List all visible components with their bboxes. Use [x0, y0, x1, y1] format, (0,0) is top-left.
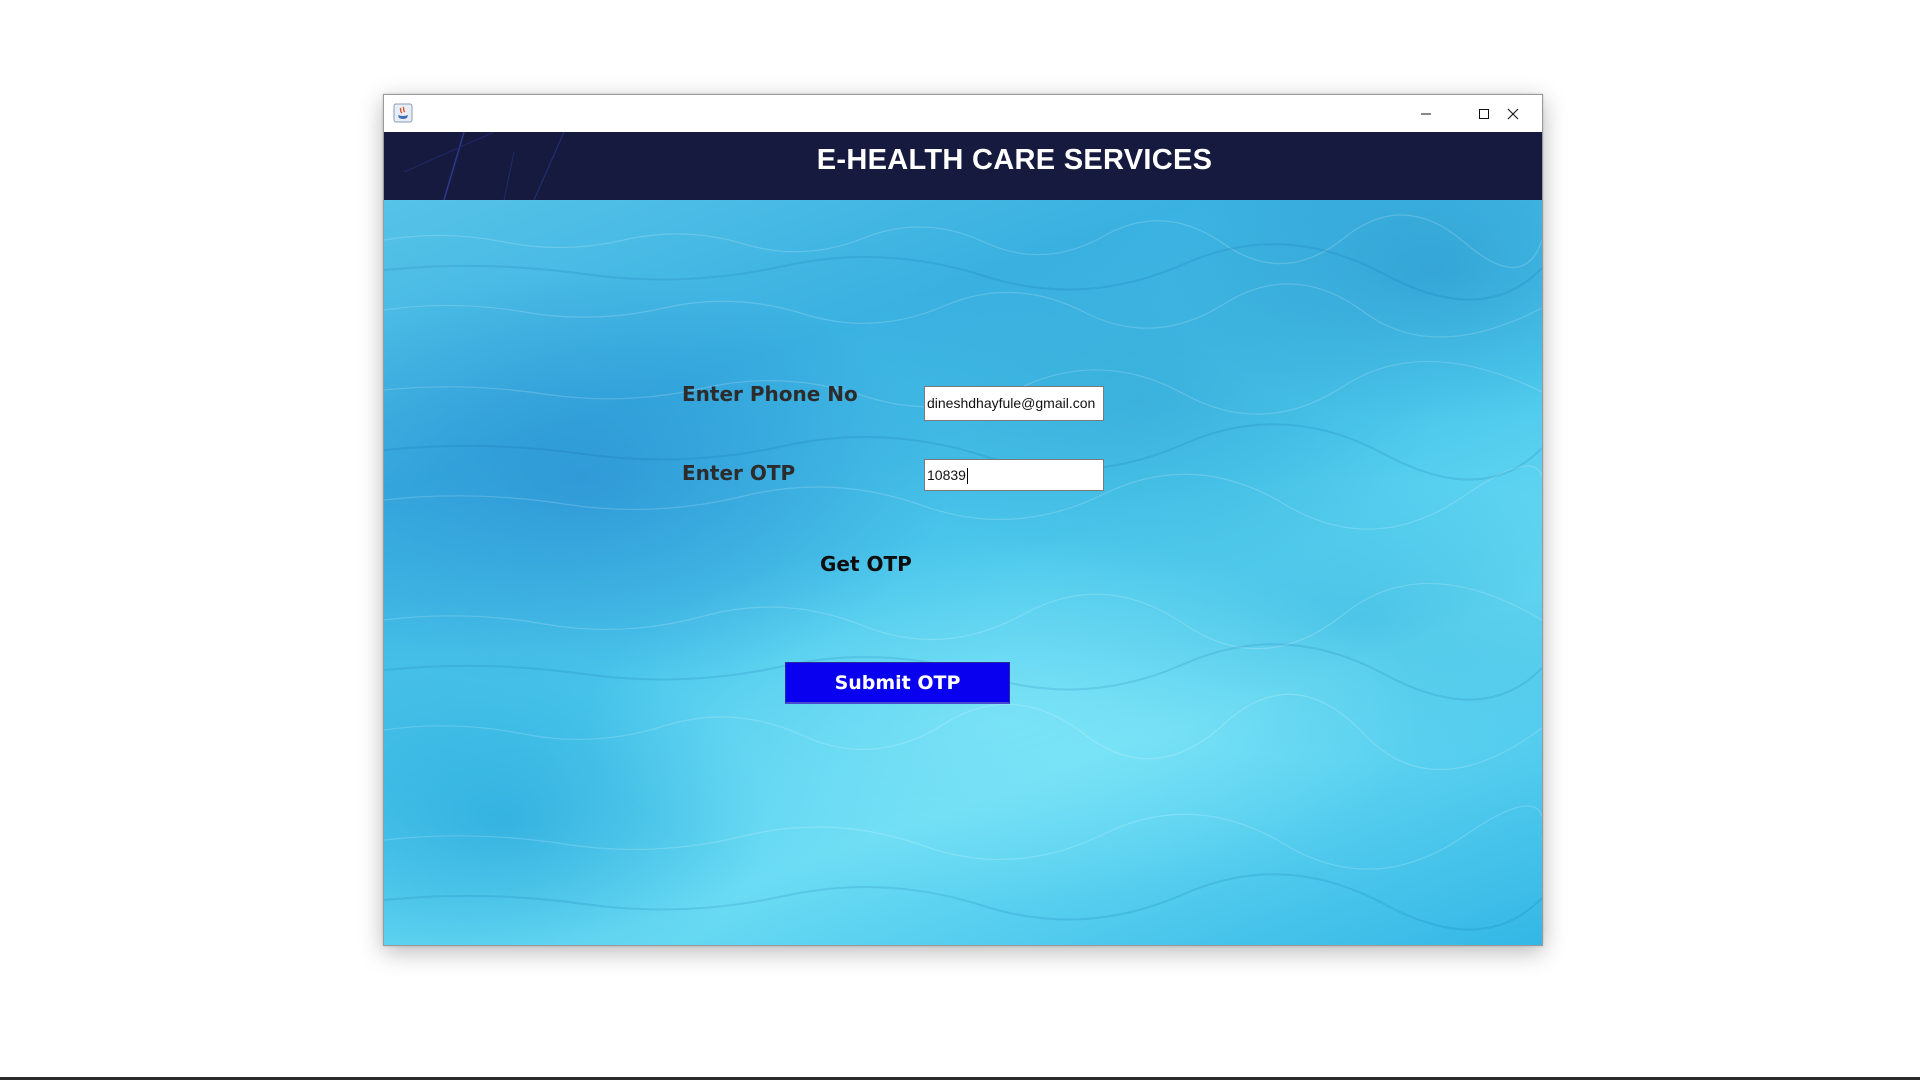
close-button[interactable] [1484, 95, 1542, 132]
phone-field[interactable]: dineshdhayfule@gmail.con [924, 386, 1104, 421]
header-banner: E-HEALTH CARE SERVICES [384, 132, 1542, 200]
page-title: E-HEALTH CARE SERVICES [816, 144, 1213, 176]
submit-otp-label: Submit OTP [834, 671, 961, 694]
minimize-icon [1421, 113, 1431, 114]
water-background [384, 214, 1542, 931]
phone-field-value: dineshdhayfule@gmail.con [927, 395, 1096, 411]
otp-field[interactable]: 10839 [924, 459, 1104, 491]
app-window: E-HEALTH CARE SERVICES Enter Phone No di… [383, 94, 1543, 946]
title-bar[interactable] [384, 95, 1542, 132]
otp-label: Enter OTP [682, 461, 796, 485]
desktop: E-HEALTH CARE SERVICES Enter Phone No di… [0, 0, 1920, 1080]
java-app-icon [393, 103, 413, 123]
form-panel: Enter Phone No dineshdhayfule@gmail.con … [384, 200, 1542, 945]
phone-label: Enter Phone No [682, 382, 858, 406]
minimize-button[interactable] [1397, 95, 1455, 132]
close-icon [1507, 108, 1519, 119]
otp-field-value: 10839 [927, 467, 966, 483]
get-otp-button[interactable]: Get OTP [820, 552, 912, 576]
text-caret [966, 468, 968, 485]
submit-otp-button[interactable]: Submit OTP [785, 662, 1010, 704]
